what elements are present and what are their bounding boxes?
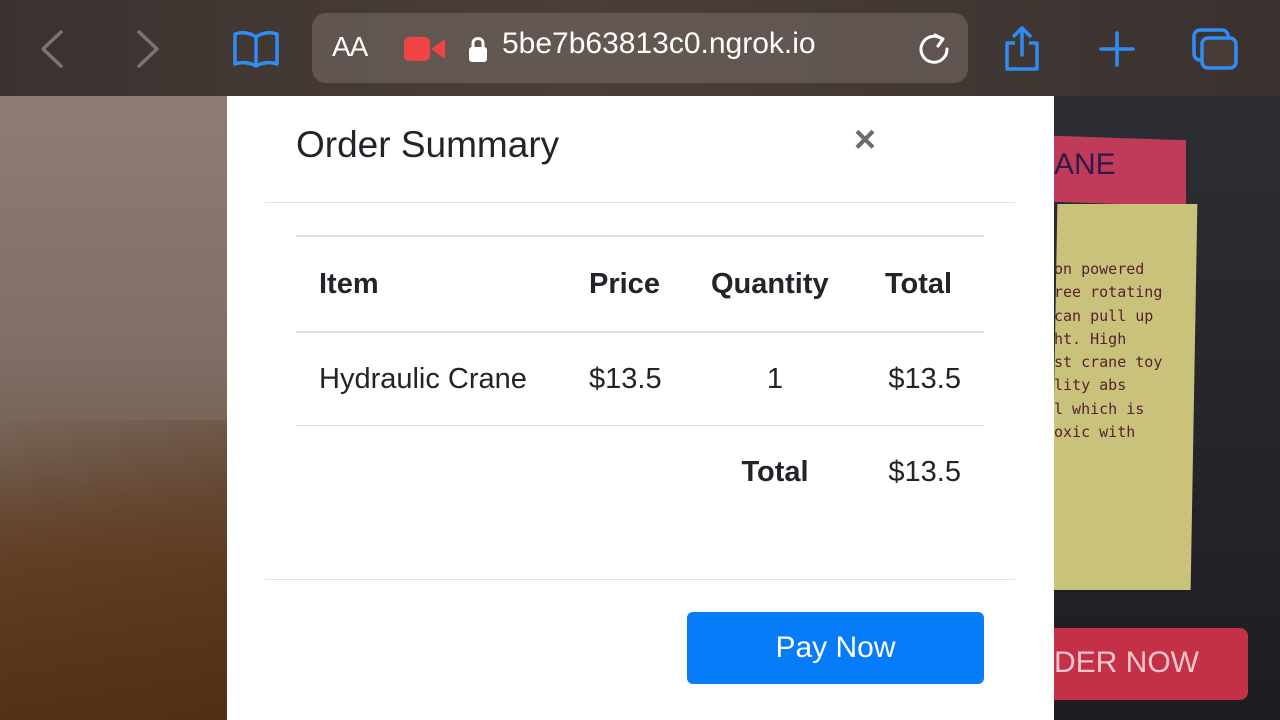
item-total: $13.5 [862, 332, 984, 426]
pay-now-button[interactable]: Pay Now [687, 612, 984, 684]
item-quantity: 1 [688, 332, 862, 426]
description-line: ht. High [1054, 329, 1127, 348]
grand-total-value: $13.5 [888, 455, 961, 488]
bookmarks-icon [233, 31, 279, 68]
forward-button[interactable] [126, 24, 170, 74]
order-table: Item Price Quantity Total Hydraulic Cran… [296, 235, 984, 518]
share-button[interactable] [998, 24, 1046, 74]
tabs-button[interactable] [1188, 24, 1242, 74]
grand-total-row: Total $13.5 [296, 426, 984, 519]
description-line: st crane toy [1054, 353, 1163, 372]
description-line: can pull up [1054, 306, 1154, 325]
new-tab-button[interactable] [1094, 24, 1140, 74]
browser-toolbar: AA 5be7b63813c0.ngrok.io [0, 0, 1280, 96]
header-divider [265, 202, 1015, 203]
url-text: 5be7b63813c0.ngrok.io [502, 27, 816, 60]
product-description: on powered ree rotating can pull up ht. … [1054, 258, 1190, 444]
share-icon [1005, 26, 1039, 71]
text-size-button[interactable]: AA [332, 31, 368, 63]
column-header-price: Price [566, 235, 688, 333]
chevron-left-icon [41, 30, 63, 68]
footer-divider [265, 579, 1015, 580]
description-line: oxic with [1054, 423, 1136, 442]
background-left-table [0, 420, 228, 720]
bookmarks-button[interactable] [230, 24, 282, 74]
close-button[interactable]: × [847, 120, 883, 160]
order-summary-modal: Order Summary × Item Price Quantity Tota… [227, 96, 1054, 720]
column-header-quantity: Quantity [688, 235, 862, 333]
empty-cell [296, 426, 566, 519]
empty-cell [566, 426, 688, 519]
chevron-right-icon [137, 30, 159, 68]
tabs-icon [1192, 28, 1238, 70]
description-line: ree rotating [1054, 283, 1163, 302]
table-header-row: Item Price Quantity Total [296, 235, 984, 333]
description-line: on powered [1054, 260, 1145, 278]
screen: ANE on powered ree rotating can pull up … [0, 0, 1280, 720]
lock-icon [469, 37, 487, 62]
back-button[interactable] [30, 24, 74, 74]
screen-recording-icon[interactable] [404, 35, 446, 63]
item-price: $13.5 [566, 332, 688, 426]
reload-icon[interactable] [916, 31, 952, 67]
text-size-label: AA [332, 31, 368, 62]
description-line: l which is [1054, 399, 1145, 418]
plus-icon [1099, 31, 1135, 67]
column-header-item: Item [296, 235, 566, 333]
column-header-total: Total [862, 235, 984, 333]
product-heading-fragment: ANE [1054, 148, 1116, 181]
address-bar[interactable]: AA 5be7b63813c0.ngrok.io [312, 13, 968, 83]
table-row: Hydraulic Crane $13.5 1 $13.5 [296, 332, 984, 426]
item-name: Hydraulic Crane [296, 332, 566, 426]
grand-total-label: Total [741, 455, 809, 488]
order-now-label: DER NOW [1054, 646, 1199, 679]
description-line: lity abs [1054, 376, 1127, 395]
modal-title: Order Summary [296, 124, 560, 165]
